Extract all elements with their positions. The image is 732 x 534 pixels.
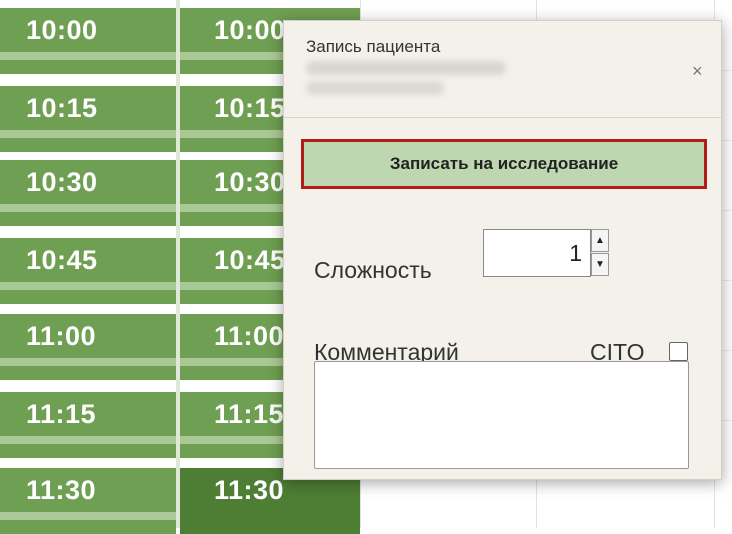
time-slot-label: 10:00 bbox=[214, 15, 286, 45]
time-slot-label: 11:15 bbox=[214, 399, 285, 429]
time-slot[interactable]: 11:15 bbox=[0, 392, 176, 458]
time-slot-label: 10:45 bbox=[26, 245, 98, 275]
time-slot-label: 10:15 bbox=[26, 93, 98, 123]
time-slot-label: 10:15 bbox=[214, 93, 286, 123]
close-icon[interactable]: × bbox=[692, 61, 703, 82]
decrement-arrow-icon[interactable]: ▼ bbox=[591, 253, 609, 276]
blurred-patient-name bbox=[306, 61, 506, 75]
time-slot[interactable]: 10:15 bbox=[0, 86, 176, 152]
time-slot-label: 11:00 bbox=[214, 321, 285, 351]
time-slot-label: 10:30 bbox=[214, 167, 286, 197]
time-slot-label: 11:15 bbox=[26, 399, 97, 429]
time-slot[interactable]: 10:30 bbox=[0, 160, 176, 226]
time-slot[interactable]: 11:00 bbox=[0, 314, 176, 380]
book-examination-button[interactable]: Записать на исследование bbox=[301, 139, 707, 189]
cito-checkbox[interactable] bbox=[669, 342, 688, 361]
complexity-label: Сложность bbox=[314, 257, 432, 283]
time-slot-label: 11:30 bbox=[26, 475, 97, 505]
time-slot-label: 10:45 bbox=[214, 245, 286, 275]
complexity-input[interactable]: 1 bbox=[483, 229, 591, 277]
blurred-patient-details bbox=[306, 81, 444, 95]
time-slot-label: 11:30 bbox=[214, 475, 285, 505]
stepper-buttons: ▲ ▼ bbox=[591, 229, 611, 277]
time-slot-label: 11:00 bbox=[26, 321, 97, 351]
schedule-column-1: 10:00 10:15 10:30 10:45 11:00 11:15 11:3… bbox=[0, 0, 176, 534]
time-slot[interactable]: 11:30 bbox=[0, 468, 176, 534]
time-slot-label: 10:00 bbox=[26, 15, 98, 45]
time-slot[interactable]: 10:45 bbox=[0, 238, 176, 304]
patient-booking-popup: Запись пациента × Записать на исследован… bbox=[283, 20, 722, 480]
increment-arrow-icon[interactable]: ▲ bbox=[591, 229, 609, 252]
popup-title: Запись пациента bbox=[306, 37, 441, 56]
comment-textarea[interactable] bbox=[314, 361, 689, 469]
complexity-stepper[interactable]: 1 ▲ ▼ bbox=[483, 229, 611, 279]
time-slot-label: 10:30 bbox=[26, 167, 98, 197]
time-slot[interactable]: 10:00 bbox=[0, 8, 176, 74]
popup-header: Запись пациента × bbox=[284, 21, 721, 118]
